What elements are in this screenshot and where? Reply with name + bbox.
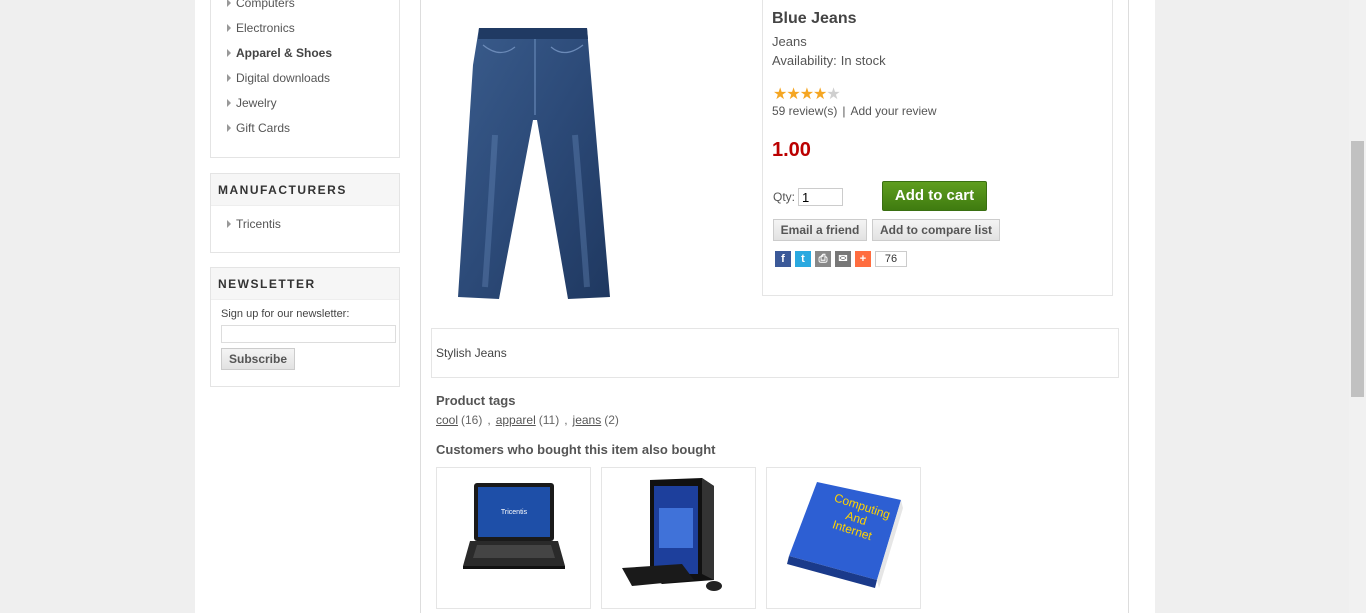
product-tags-list: cool (16), apparel (11), jeans (2) xyxy=(436,413,619,427)
availability-label: Availability: xyxy=(772,53,837,68)
arrow-right-icon xyxy=(227,99,231,107)
rating-stars: ★★★★★ xyxy=(773,86,841,103)
product-name: Blue Jeans xyxy=(772,10,857,27)
category-apparel-shoes[interactable]: Apparel & Shoes xyxy=(227,46,332,60)
full-description-box xyxy=(431,328,1119,378)
category-label: Computers xyxy=(236,0,295,10)
star-filled-icon: ★ xyxy=(813,86,827,103)
reviews-row: 59 review(s) | Add your review xyxy=(772,104,937,118)
manufacturers-block: MANUFACTURERS Tricentis xyxy=(210,173,400,253)
qty-label: Qty: xyxy=(773,190,796,204)
tag-count: (2) xyxy=(604,413,619,427)
qty-input[interactable] xyxy=(798,188,843,206)
product-short-description: Jeans xyxy=(772,34,807,49)
manufacturers-title: MANUFACTURERS xyxy=(211,174,399,206)
tag-count: (16) xyxy=(461,413,483,427)
availability-value: In stock xyxy=(840,53,886,68)
add-to-compare-button[interactable]: Add to compare list xyxy=(872,219,1000,241)
manufacturer-tricentis[interactable]: Tricentis xyxy=(227,217,281,231)
also-bought-item-laptop[interactable]: Tricentis xyxy=(436,467,591,609)
also-bought-title: Customers who bought this item also boug… xyxy=(436,442,716,457)
category-jewelry[interactable]: Jewelry xyxy=(227,96,277,110)
scrollbar-thumb[interactable] xyxy=(1351,141,1364,397)
arrow-right-icon xyxy=(227,74,231,82)
product-tags-title: Product tags xyxy=(436,393,516,408)
also-bought-item-book[interactable]: Computing And Internet xyxy=(766,467,921,609)
product-price: 1.00 xyxy=(772,139,811,161)
category-label: Digital downloads xyxy=(236,71,331,85)
category-label: Jewelry xyxy=(236,96,277,110)
subscribe-button[interactable]: Subscribe xyxy=(221,348,295,370)
category-gift-cards[interactable]: Gift Cards xyxy=(227,121,290,135)
arrow-right-icon xyxy=(227,220,231,228)
category-computers[interactable]: Computers xyxy=(227,0,295,10)
arrow-right-icon xyxy=(227,24,231,32)
also-bought-item-desktop[interactable] xyxy=(601,467,756,609)
add-review-link[interactable]: Add your review xyxy=(850,104,936,118)
newsletter-title: NEWSLETTER xyxy=(211,268,399,300)
category-label: Gift Cards xyxy=(236,121,291,135)
tag-count: (11) xyxy=(538,413,560,427)
star-filled-icon: ★ xyxy=(786,86,800,103)
tag-apparel-link[interactable]: apparel xyxy=(496,413,536,427)
print-icon[interactable]: ⎙ xyxy=(815,251,831,267)
laptop-brand-text: Tricentis xyxy=(501,509,528,516)
reviews-link[interactable]: 59 review(s) xyxy=(772,104,837,118)
email-friend-button[interactable]: Email a friend xyxy=(773,219,867,241)
share-plus-icon[interactable]: + xyxy=(855,251,871,267)
arrow-right-icon xyxy=(227,49,231,57)
arrow-right-icon xyxy=(227,0,231,7)
newsletter-label: Sign up for our newsletter: xyxy=(221,308,350,320)
category-digital-downloads[interactable]: Digital downloads xyxy=(227,71,330,85)
tag-separator: , xyxy=(564,413,568,427)
categories-block: Computers Electronics Apparel & Shoes Di… xyxy=(210,0,400,158)
star-empty-icon: ★ xyxy=(826,86,840,103)
manufacturer-label: Tricentis xyxy=(236,217,281,231)
category-label: Electronics xyxy=(236,21,295,35)
star-filled-icon: ★ xyxy=(799,86,814,103)
arrow-right-icon xyxy=(227,124,231,132)
vertical-scrollbar[interactable] xyxy=(1349,0,1366,613)
tag-jeans-link[interactable]: jeans xyxy=(573,413,602,427)
facebook-icon[interactable]: f xyxy=(775,251,791,267)
category-label: Apparel & Shoes xyxy=(236,46,333,60)
tag-cool-link[interactable]: cool xyxy=(436,413,458,427)
add-to-cart-button[interactable]: Add to cart xyxy=(882,181,987,211)
book-image: Computing And Internet xyxy=(787,482,903,588)
reviews-separator: | xyxy=(842,104,846,118)
star-filled-icon: ★ xyxy=(773,86,787,103)
laptop-image: Tricentis xyxy=(463,483,565,569)
full-description: Stylish Jeans xyxy=(436,346,507,360)
twitter-icon[interactable]: t xyxy=(795,251,811,267)
availability: Availability: In stock xyxy=(772,53,886,68)
category-electronics[interactable]: Electronics xyxy=(227,21,295,35)
share-count: 76 xyxy=(875,251,907,267)
email-icon[interactable]: ✉ xyxy=(835,251,851,267)
tag-separator: , xyxy=(487,413,491,427)
product-image-jeans[interactable] xyxy=(455,25,615,303)
newsletter-email-input[interactable] xyxy=(221,325,396,343)
desktop-computer-image xyxy=(622,478,722,591)
